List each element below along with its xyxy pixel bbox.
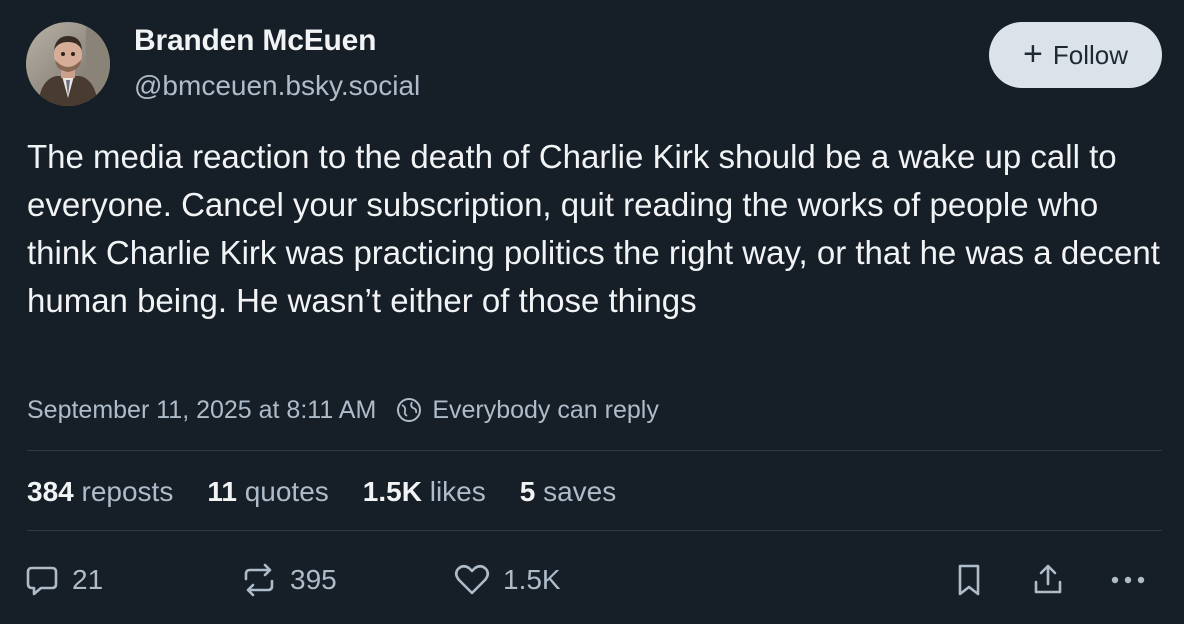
more-options-button[interactable] <box>1108 560 1148 600</box>
reply-count: 21 <box>72 564 104 595</box>
repost-icon <box>244 563 274 597</box>
likes-count: 1.5K <box>362 476 422 507</box>
quotes-stat[interactable]: 11 quotes <box>207 476 328 508</box>
follow-button[interactable]: + Follow <box>989 22 1162 88</box>
reposts-stat[interactable]: 384 reposts <box>27 476 173 508</box>
repost-count: 395 <box>290 564 337 595</box>
likes-stat[interactable]: 1.5K likes <box>363 476 486 508</box>
reposts-count: 384 <box>27 476 74 507</box>
author-handle[interactable]: @bmceuen.bsky.social <box>134 70 420 102</box>
saves-count: 5 <box>519 476 536 507</box>
quotes-label: quotes <box>244 476 329 507</box>
globe-icon <box>397 398 422 422</box>
heart-icon <box>454 564 490 595</box>
post-thread-item: Branden McEuen @bmceuen.bsky.social + Fo… <box>0 0 1184 624</box>
likes-label: likes <box>429 476 486 507</box>
divider <box>27 450 1162 451</box>
quotes-count: 11 <box>207 476 237 507</box>
post-meta: September 11, 2025 at 8:11 AM Everybody … <box>27 393 659 427</box>
saves-stat[interactable]: 5 saves <box>520 476 617 508</box>
avatar[interactable] <box>26 22 110 106</box>
author-name[interactable]: Branden McEuen <box>134 24 376 58</box>
more-options-icon <box>1111 576 1145 584</box>
reposts-label: reposts <box>81 476 174 507</box>
saves-label: saves <box>543 476 617 507</box>
engagement-stats: 384 reposts 11 quotes 1.5K likes 5 saves <box>27 472 650 512</box>
reply-bubble-icon <box>26 566 58 596</box>
plus-icon: + <box>1023 34 1043 73</box>
post-text: The media reaction to the death of Charl… <box>27 138 1160 319</box>
reply-setting[interactable]: Everybody can reply <box>432 396 659 425</box>
share-button[interactable] <box>1030 560 1066 600</box>
share-icon <box>1034 564 1062 594</box>
like-count: 1.5K <box>503 564 561 595</box>
post-timestamp[interactable]: September 11, 2025 at 8:11 AM <box>27 396 376 425</box>
divider <box>27 530 1162 531</box>
repost-button[interactable]: 395 <box>240 560 337 600</box>
bookmark-button[interactable] <box>953 560 985 600</box>
like-button[interactable]: 1.5K <box>453 560 561 600</box>
reply-button[interactable]: 21 <box>24 560 103 600</box>
follow-button-label: Follow <box>1052 39 1128 70</box>
avatar-image <box>26 22 110 106</box>
bookmark-icon <box>958 564 980 596</box>
